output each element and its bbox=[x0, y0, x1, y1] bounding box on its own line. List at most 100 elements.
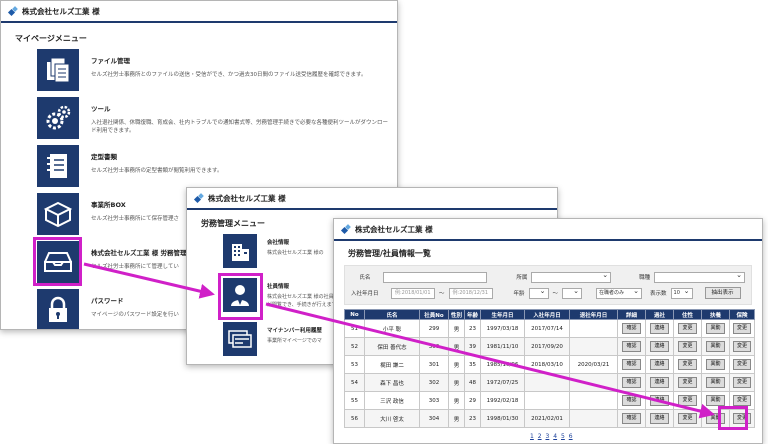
address-change-button[interactable]: 変更 bbox=[678, 395, 697, 406]
address-change-button[interactable]: 変更 bbox=[678, 341, 697, 352]
table-header: No 氏名 社員No 性別 年齢 生年月日 入社年月日 退社年月日 詳細 過社 … bbox=[344, 309, 755, 320]
menu-item-standard-documents[interactable]: 定型書類 セルズ社労士事務所の定型書類が閲覧利用できます。 bbox=[37, 145, 391, 187]
position-select[interactable] bbox=[654, 271, 745, 283]
column-header: 生年月日 bbox=[480, 309, 525, 320]
cell-birth-date: 1992/02/18 bbox=[480, 391, 525, 410]
column-header: 保険 bbox=[729, 309, 755, 320]
detail-confirm-button[interactable]: 確認 bbox=[622, 395, 641, 406]
page-link-1[interactable]: 1 bbox=[530, 433, 534, 440]
menu-item-tools[interactable]: ツール 入社退社関係、休職復職、育成会、社内トラブルでの通知書式等、労務管理手続… bbox=[37, 97, 391, 139]
insurance-change-button[interactable]: 変更 bbox=[732, 359, 751, 370]
menu-item-mynumber-history[interactable]: マイナンバー利用履歴 事業所マイページでのマ bbox=[223, 322, 347, 356]
detail-confirm-button[interactable]: 確認 bbox=[622, 413, 641, 424]
dependent-transfer-button[interactable]: 異動 bbox=[706, 395, 725, 406]
column-header: No bbox=[344, 309, 365, 320]
company-name: 株式会社セルズ工業 様 bbox=[208, 194, 286, 203]
address-change-button[interactable]: 変更 bbox=[678, 413, 697, 424]
window-header: 株式会社セルズ工業 様 bbox=[334, 219, 762, 241]
column-header: 過社 bbox=[645, 309, 674, 320]
age-to-select[interactable] bbox=[562, 287, 583, 299]
company-name: 株式会社セルズ工業 様 bbox=[22, 7, 100, 16]
cell-birth-date: 1985/10/06 bbox=[480, 355, 525, 374]
cell-employee-no: 299 bbox=[419, 319, 449, 338]
contact-button[interactable]: 連絡 bbox=[650, 413, 669, 424]
contact-button[interactable]: 連絡 bbox=[650, 395, 669, 406]
detail-confirm-button[interactable]: 確認 bbox=[622, 323, 641, 334]
detail-confirm-button[interactable]: 確認 bbox=[622, 377, 641, 388]
table-row: 53 梶田 謙二 301 男 35 1985/10/06 2018/03/10 … bbox=[344, 355, 755, 374]
menu-item-desc: セルズ社労士事務所の定型書類が閲覧利用できます。 bbox=[91, 168, 223, 174]
detail-confirm-button[interactable]: 確認 bbox=[622, 359, 641, 370]
column-header: 住性 bbox=[673, 309, 702, 320]
dependent-transfer-button[interactable]: 異動 bbox=[706, 359, 725, 370]
column-header: 退社年月日 bbox=[569, 309, 618, 320]
cell-name: 小平 聡 bbox=[364, 319, 420, 338]
hire-date-label: 入社年月日 bbox=[351, 291, 379, 297]
building-icon bbox=[223, 234, 257, 268]
cell-age: 23 bbox=[464, 409, 481, 428]
dependent-transfer-button[interactable]: 異動 bbox=[706, 341, 725, 352]
cell-employee-no: 301 bbox=[419, 355, 449, 374]
department-label: 所属 bbox=[516, 275, 528, 281]
highlight-employee-info bbox=[218, 273, 263, 320]
cell-hire-date: 2017/07/14 bbox=[524, 319, 570, 338]
menu-title: マイページメニュー bbox=[15, 34, 87, 43]
cell-age: 48 bbox=[464, 373, 481, 392]
cell-sex: 男 bbox=[448, 319, 465, 338]
address-change-button[interactable]: 変更 bbox=[678, 359, 697, 370]
highlight-labor-management bbox=[33, 237, 82, 286]
page-link-4[interactable]: 4 bbox=[553, 433, 557, 440]
age-from-select[interactable] bbox=[528, 287, 549, 299]
contact-button[interactable]: 連絡 bbox=[650, 323, 669, 334]
cell-no: 56 bbox=[344, 409, 365, 428]
name-label: 氏名 bbox=[359, 275, 371, 281]
hire-date-to-input[interactable]: 例:2018/12/31 bbox=[448, 287, 493, 299]
age-label: 年齢 bbox=[513, 291, 525, 297]
address-change-button[interactable]: 変更 bbox=[678, 377, 697, 388]
insurance-change-button[interactable]: 変更 bbox=[732, 323, 751, 334]
page-link-6[interactable]: 6 bbox=[569, 433, 573, 440]
contact-button[interactable]: 連絡 bbox=[650, 359, 669, 370]
extract-button[interactable]: 抽出表示 bbox=[704, 287, 741, 299]
window-header: 株式会社セルズ工業 様 bbox=[1, 1, 397, 23]
cell-birth-date: 1972/07/25 bbox=[480, 373, 525, 392]
cell-leave-date bbox=[569, 373, 618, 392]
menu-item-file-management[interactable]: ファイル管理 セルズ社労士事務所とのファイルの送信・受信ができ、かつ過去30日間… bbox=[37, 49, 391, 91]
hire-date-from-input[interactable]: 例:2018/01/01 bbox=[391, 287, 435, 299]
page-link-3[interactable]: 3 bbox=[546, 433, 550, 440]
table-row: 52 保田 善代志 300 男 39 1981/11/10 2017/09/20… bbox=[344, 337, 755, 356]
name-input[interactable] bbox=[382, 271, 487, 283]
insurance-change-button[interactable]: 変更 bbox=[732, 395, 751, 406]
file-folder-icon bbox=[37, 49, 79, 91]
dependent-transfer-button[interactable]: 異動 bbox=[706, 377, 725, 388]
page-link-2[interactable]: 2 bbox=[538, 433, 542, 440]
cell-name: 三沢 政信 bbox=[364, 391, 420, 410]
cell-age: 39 bbox=[464, 337, 481, 356]
cards-icon bbox=[223, 322, 257, 356]
menu-item-title: ファイル管理 bbox=[91, 57, 130, 65]
insurance-change-button[interactable]: 変更 bbox=[732, 341, 751, 352]
column-header: 入社年月日 bbox=[524, 309, 570, 320]
department-select[interactable] bbox=[531, 271, 612, 283]
cell-no: 54 bbox=[344, 373, 365, 392]
cell-leave-date bbox=[569, 319, 618, 338]
employee-table: No 氏名 社員No 性別 年齢 生年月日 入社年月日 退社年月日 詳細 過社 … bbox=[344, 309, 755, 428]
range-separator: 〜 bbox=[439, 291, 445, 297]
page-link-5[interactable]: 5 bbox=[561, 433, 565, 440]
cell-employee-no: 300 bbox=[419, 337, 449, 356]
insurance-change-button[interactable]: 変更 bbox=[732, 377, 751, 388]
dependent-transfer-button[interactable]: 異動 bbox=[706, 323, 725, 334]
detail-confirm-button[interactable]: 確認 bbox=[622, 341, 641, 352]
cell-birth-date: 1998/01/30 bbox=[480, 409, 525, 428]
display-count-select[interactable]: 10 bbox=[670, 287, 693, 299]
contact-button[interactable]: 連絡 bbox=[650, 341, 669, 352]
contact-button[interactable]: 連絡 bbox=[650, 377, 669, 388]
cell-sex: 男 bbox=[448, 337, 465, 356]
address-change-button[interactable]: 変更 bbox=[678, 323, 697, 334]
table-row: 56 大川 啓太 304 男 23 1998/01/30 2021/02/01 … bbox=[344, 409, 755, 428]
column-header: 性別 bbox=[448, 309, 465, 320]
company-logo-icon bbox=[9, 7, 18, 16]
status-select[interactable]: 在職者のみ bbox=[596, 287, 643, 299]
menu-item-company-info[interactable]: 会社情報 株式会社セルズ工業 様の bbox=[223, 234, 347, 268]
cell-age: 29 bbox=[464, 391, 481, 410]
